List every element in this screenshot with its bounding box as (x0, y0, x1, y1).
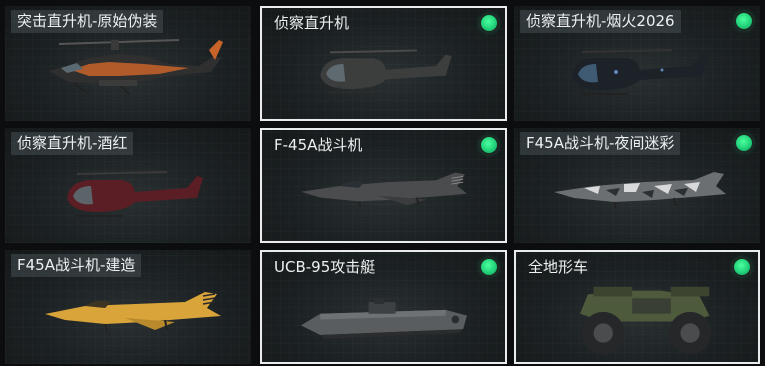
vehicle-card-scout-helicopter[interactable]: 侦察直升机 (260, 6, 507, 121)
vehicle-name: F45A战斗机-夜间迷彩 (520, 132, 681, 155)
vehicle-name: 侦察直升机 (274, 14, 350, 32)
vehicle-name: F-45A战斗机 (274, 136, 363, 154)
vehicle-card-f45a-night-camo[interactable]: F45A战斗机-夜间迷彩 (514, 128, 760, 243)
equipped-indicator-icon (481, 259, 497, 275)
vehicle-name: 侦察直升机-酒红 (11, 132, 134, 155)
vehicle-name: F45A战斗机-建造 (11, 254, 142, 277)
equipped-indicator-icon (481, 15, 497, 31)
vehicle-card-scout-helicopter-wine[interactable]: 侦察直升机-酒红 (5, 128, 251, 243)
vehicle-card-scout-helicopter-fireworks[interactable]: 侦察直升机-烟火2026 (514, 6, 760, 121)
vehicle-card-ucb95[interactable]: UCB-95攻击艇 (260, 250, 507, 364)
vehicle-card-f45a-build[interactable]: F45A战斗机-建造 (5, 250, 251, 364)
vehicle-card-atv[interactable]: 全地形车 (514, 250, 760, 364)
vehicle-grid: 突击直升机-原始伪装 侦察直升机 侦察直升机-烟火2026 侦察直升机-酒红 F… (0, 0, 765, 366)
equipped-indicator-icon (734, 259, 750, 275)
vehicle-name: 突击直升机-原始伪装 (11, 10, 164, 33)
vehicle-name: 侦察直升机-烟火2026 (520, 10, 681, 33)
vehicle-name: UCB-95攻击艇 (274, 258, 376, 276)
vehicle-card-attack-helicopter[interactable]: 突击直升机-原始伪装 (5, 6, 251, 121)
vehicle-name: 全地形车 (528, 258, 589, 276)
vehicle-card-f45a[interactable]: F-45A战斗机 (260, 128, 507, 243)
equipped-indicator-icon (481, 137, 497, 153)
equipped-indicator-icon (736, 135, 752, 151)
equipped-indicator-icon (736, 13, 752, 29)
